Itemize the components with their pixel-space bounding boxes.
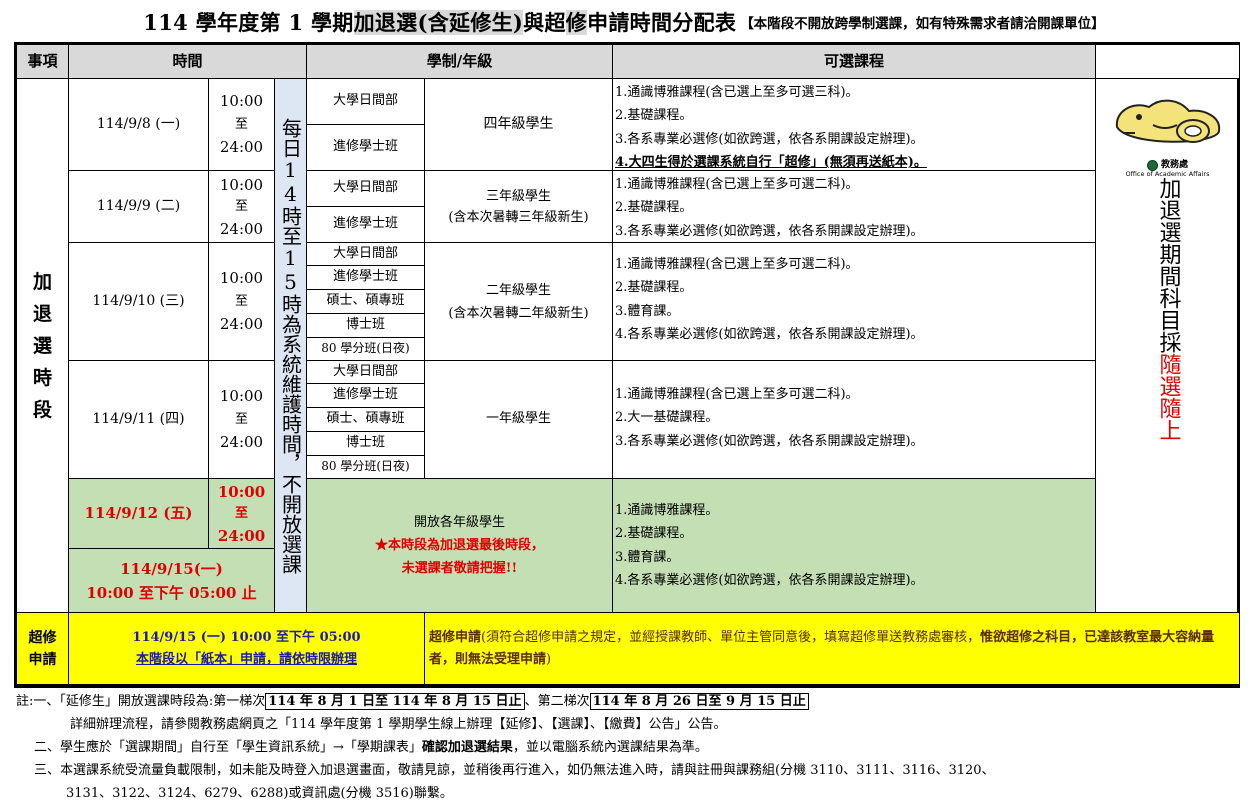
- row4-system-4: 博士班: [307, 432, 425, 456]
- overload-time: 114/9/15 (一) 10:00 至下午 05:00 本階段以「紙本」申請，…: [69, 613, 425, 685]
- maintenance-note: 每日14時至15時為系統維護時間，不開放選課: [275, 79, 307, 613]
- title-highlight-addrop: 加退選(含延修生): [353, 10, 524, 35]
- overload-description: 超修申請(須符合超修申請之規定，並經授課教師、單位主管同意後，填寫超修單送教務處…: [425, 613, 1240, 685]
- row4-time: 10:00 至 24:00: [209, 361, 275, 479]
- title-highlight-overload: 修: [565, 10, 588, 35]
- row2-grade: 三年級學生 (含本次暑轉三年級新生): [425, 171, 613, 243]
- schedule-table: 事項 時間 學制/年級 可選課程 加 退 選 時 段 每日14時至15時為系統維…: [14, 42, 1240, 688]
- course-item: 2.基礎課程。: [615, 526, 693, 542]
- course-item: 2.大一基礎課程。: [615, 410, 719, 426]
- header-side-blank: [1096, 45, 1240, 79]
- final-time-1: 10:00 至 24:00: [209, 479, 275, 549]
- page-title: 114 學年度第 1 學期加退選(含延修生)與超修申請時間分配表 【本階段不開放…: [0, 6, 1248, 38]
- course-item: 1.通識博雅課程(含已選上至多可選三科)。: [615, 85, 859, 100]
- course-item: 2.基礎課程。: [615, 280, 693, 296]
- header-grade: 學制/年級: [307, 45, 613, 79]
- row4-system-2: 進修學士班: [307, 384, 425, 408]
- header-item: 事項: [17, 45, 69, 79]
- row4-system-3: 碩士、碩專班: [307, 408, 425, 432]
- row1-time: 10:00 至 24:00: [209, 79, 275, 171]
- side-note: 加退選期間科目採隨選隨上: [1155, 177, 1181, 441]
- header-time: 時間: [69, 45, 307, 79]
- row1-date: 114/9/8 (一): [69, 79, 209, 171]
- note-1: 註:一、「延修生」開放選課時段為:第一梯次 114 年 8 月 1 日至 114 …: [16, 690, 1242, 713]
- title-mid: 與超: [523, 10, 566, 35]
- title-suffix: 申請時間分配表: [587, 10, 737, 35]
- note-3: 三、本選課系統受流量負載限制，如未能及時登入加退選畫面，敬請見諒，並稍後再行進入…: [34, 763, 995, 778]
- course-item: 1.通識博雅課程。: [615, 503, 719, 518]
- row2-date: 114/9/9 (二): [69, 171, 209, 243]
- title-term: 114 學年度第 1 學期: [143, 10, 354, 35]
- course-item: 1.通識博雅課程(含已選上至多可選二科)。: [615, 257, 859, 272]
- row4-system-1: 大學日間部: [307, 361, 425, 384]
- note-1b: 詳細辦理流程，請參閱教務處網頁之「114 學年度第 1 學期學生線上辦理【延修】…: [70, 717, 727, 732]
- row3-grade: 二年級學生 (含本次暑轉二年級新生): [425, 243, 613, 361]
- row3-time: 10:00 至 24:00: [209, 243, 275, 361]
- row2-system-1: 大學日間部: [307, 171, 425, 207]
- course-item: 2.基礎課程。: [615, 200, 693, 216]
- course-item: 3.體育課。: [615, 549, 680, 565]
- course-item: 4.各系專業必選修(如欲跨選，依各系開課設定辦理)。: [615, 573, 924, 589]
- row4-system-5: 80 學分班(日夜): [307, 456, 425, 479]
- final-open-note: 開放各年級學生 ★本時段為加退選最後時段， 未選課者敬請把握!!: [307, 479, 613, 613]
- row4-date: 114/9/11 (四): [69, 361, 209, 479]
- row3-system-5: 80 學分班(日夜): [307, 338, 425, 361]
- row1-system-1: 大學日間部: [307, 79, 425, 125]
- row3-date: 114/9/10 (三): [69, 243, 209, 361]
- side-panel: 教務處 Office of Academic Affairs 加退選期間科目採隨…: [1096, 79, 1240, 613]
- course-item: 2.基礎課程。: [615, 108, 693, 124]
- row4-grade: 一年級學生: [425, 361, 613, 479]
- note-3b: 3131、3122、3124、6279、6288)或資訊處(分機 3516)聯繫…: [66, 786, 453, 801]
- course-item: 4.大四生得於選課系統自行「超修」(無須再送紙本)。: [615, 155, 927, 171]
- footnotes: 註:一、「延修生」開放選課時段為:第一梯次 114 年 8 月 1 日至 114 …: [16, 690, 1242, 805]
- row4-courses: 1.通識博雅課程(含已選上至多可選二科)。 2.大一基礎課程。 3.各系專業必選…: [613, 361, 1096, 479]
- phase-label: 加 退 選 時 段: [17, 79, 69, 613]
- course-item: 1.通識博雅課程(含已選上至多可選二科)。: [615, 177, 859, 192]
- row2-time: 10:00 至 24:00: [209, 171, 275, 243]
- row3-system-4: 博士班: [307, 314, 425, 338]
- overload-label: 超修 申請: [17, 613, 69, 685]
- note-2: 二、學生應於「選課期間」自行至「學生資訊系統」→「學期課表」確認加退選結果，並以…: [34, 740, 708, 755]
- title-note: 【本階段不開放跨學制選課，如有特殊需求者請洽開課單位】: [740, 16, 1105, 32]
- row3-system-2: 進修學士班: [307, 266, 425, 290]
- final-date-2: 114/9/15(一) 10:00 至下午 05:00 止: [69, 549, 275, 613]
- course-item: 4.各系專業必選修(如欲跨選，依各系開課設定辦理)。: [615, 327, 924, 343]
- row2-system-2: 進修學士班: [307, 207, 425, 243]
- office-logo: 教務處 Office of Academic Affairs: [1109, 91, 1227, 178]
- course-item: 3.各系專業必選修(如欲跨選，依各系開課設定辦理)。: [615, 433, 924, 449]
- row2-courses: 1.通識博雅課程(含已選上至多可選二科)。 2.基礎課程。 3.各系專業必選修(…: [613, 171, 1096, 243]
- course-item: 3.各系專業必選修(如欲跨選，依各系開課設定辦理)。: [615, 131, 924, 147]
- final-date-1: 114/9/12 (五): [69, 479, 209, 549]
- course-item: 1.通識博雅課程(含已選上至多可選二科)。: [615, 387, 859, 402]
- row1-courses: 1.通識博雅課程(含已選上至多可選三科)。 2.基礎課程。 3.各系專業必選修(…: [613, 79, 1096, 171]
- header-courses: 可選課程: [613, 45, 1096, 79]
- course-item: 3.各系專業必選修(如欲跨選，依各系開課設定辦理)。: [615, 223, 924, 239]
- final-courses: 1.通識博雅課程。 2.基礎課程。 3.體育課。 4.各系專業必選修(如欲跨選，…: [613, 479, 1096, 613]
- row3-system-1: 大學日間部: [307, 243, 425, 266]
- row1-grade: 四年級學生: [425, 79, 613, 171]
- row1-system-2: 進修學士班: [307, 125, 425, 171]
- row3-courses: 1.通識博雅課程(含已選上至多可選二科)。 2.基礎課程。 3.體育課。 4.各…: [613, 243, 1096, 361]
- course-item: 3.體育課。: [615, 303, 680, 319]
- row3-system-3: 碩士、碩專班: [307, 290, 425, 314]
- mascot-icon: [1115, 99, 1220, 143]
